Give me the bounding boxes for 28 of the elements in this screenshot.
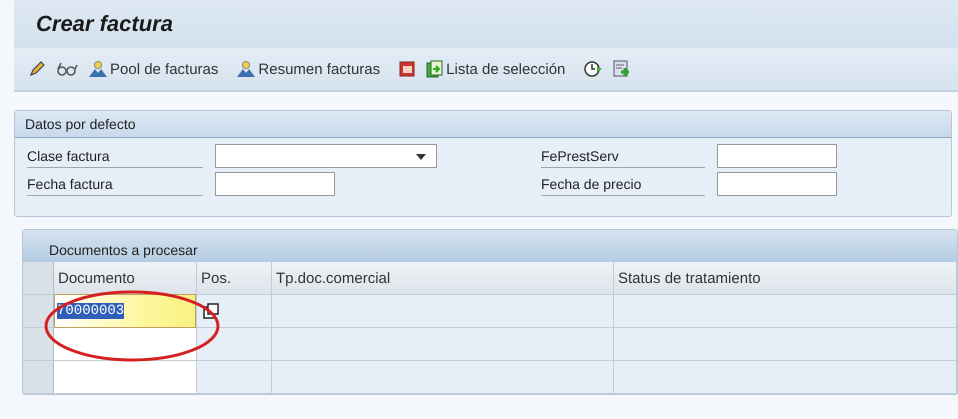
window-title: Crear factura [36,11,173,37]
toolbar-button[interactable]: Resumen facturas [236,60,388,78]
input-field[interactable] [215,172,335,196]
input-field[interactable] [717,172,837,196]
toolbar-button[interactable]: Pool de facturas [88,60,226,78]
document-arrow-icon [426,60,444,78]
column-header[interactable]: Tp.doc.comercial [272,262,614,294]
toolbar-button[interactable]: Lista de selección [426,60,574,78]
copy-icon[interactable] [203,303,219,319]
glasses-icon[interactable] [56,60,78,78]
row-selector[interactable] [23,295,54,327]
field-label: Clase factura [27,144,203,168]
field-label: FePrestServ [541,144,705,168]
pencil-icon[interactable] [28,60,46,78]
clock-icon[interactable] [583,60,604,78]
document-input[interactable]: 70000003 [54,294,196,328]
field-label: Fecha de precio [541,172,705,196]
panel-title: Datos por defecto [25,116,136,132]
add-document-icon[interactable] [613,60,632,78]
input-field[interactable] [717,144,837,168]
document-icon[interactable] [398,60,416,78]
column-header[interactable]: Status de tratamiento [614,262,957,294]
row-selector[interactable] [23,328,54,360]
dropdown-field[interactable] [215,144,437,168]
field-label: Fecha factura [27,172,203,196]
panel-title: Documentos a procesar [49,242,198,258]
caret-icon [416,154,426,160]
column-header[interactable]: Pos. [197,262,272,294]
